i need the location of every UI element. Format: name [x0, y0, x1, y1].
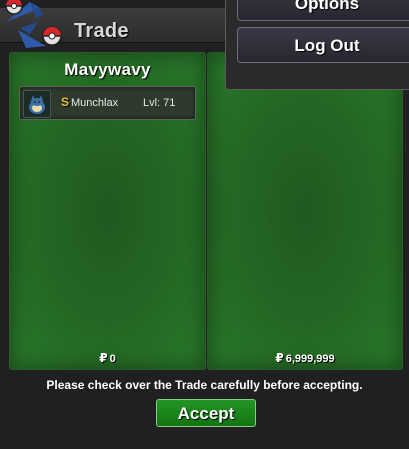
their-money-amount: 6,999,999 [285, 353, 335, 365]
my-offer-panel: Mavywavy S Munchlax Lvl: 71 ₽0 [9, 52, 206, 370]
trade-item-row[interactable]: S Munchlax Lvl: 71 [19, 86, 196, 120]
pokedollar-icon: ₽ [275, 351, 284, 365]
player-name: Mavywavy [64, 60, 151, 79]
my-money-amount: 0 [109, 353, 116, 365]
their-offer-panel: ₽6,999,999 [207, 52, 403, 370]
options-button[interactable]: Options [237, 0, 409, 21]
trade-window: Trade Mavywavy S Munchlax Lvl: 71 ₽ 0 ₽ … [0, 0, 409, 449]
accept-button[interactable]: Accept [156, 399, 256, 427]
window-title: Trade [74, 20, 129, 42]
pokemon-level: Lvl: 71 [143, 97, 176, 109]
pokemon-name: Munchlax [71, 97, 119, 109]
munchlax-sprite-icon [23, 90, 51, 118]
game-menu: Options Log Out [225, 0, 409, 90]
my-money: ₽0 [10, 351, 205, 365]
shiny-marker-icon: S [61, 95, 70, 109]
their-money: ₽6,999,999 [208, 351, 402, 365]
trade-logo-icon [5, 0, 62, 48]
pokedollar-icon: ₽ [99, 351, 108, 365]
logout-button[interactable]: Log Out [237, 27, 409, 63]
trade-notice: Please check over the Trade carefully be… [46, 378, 363, 392]
